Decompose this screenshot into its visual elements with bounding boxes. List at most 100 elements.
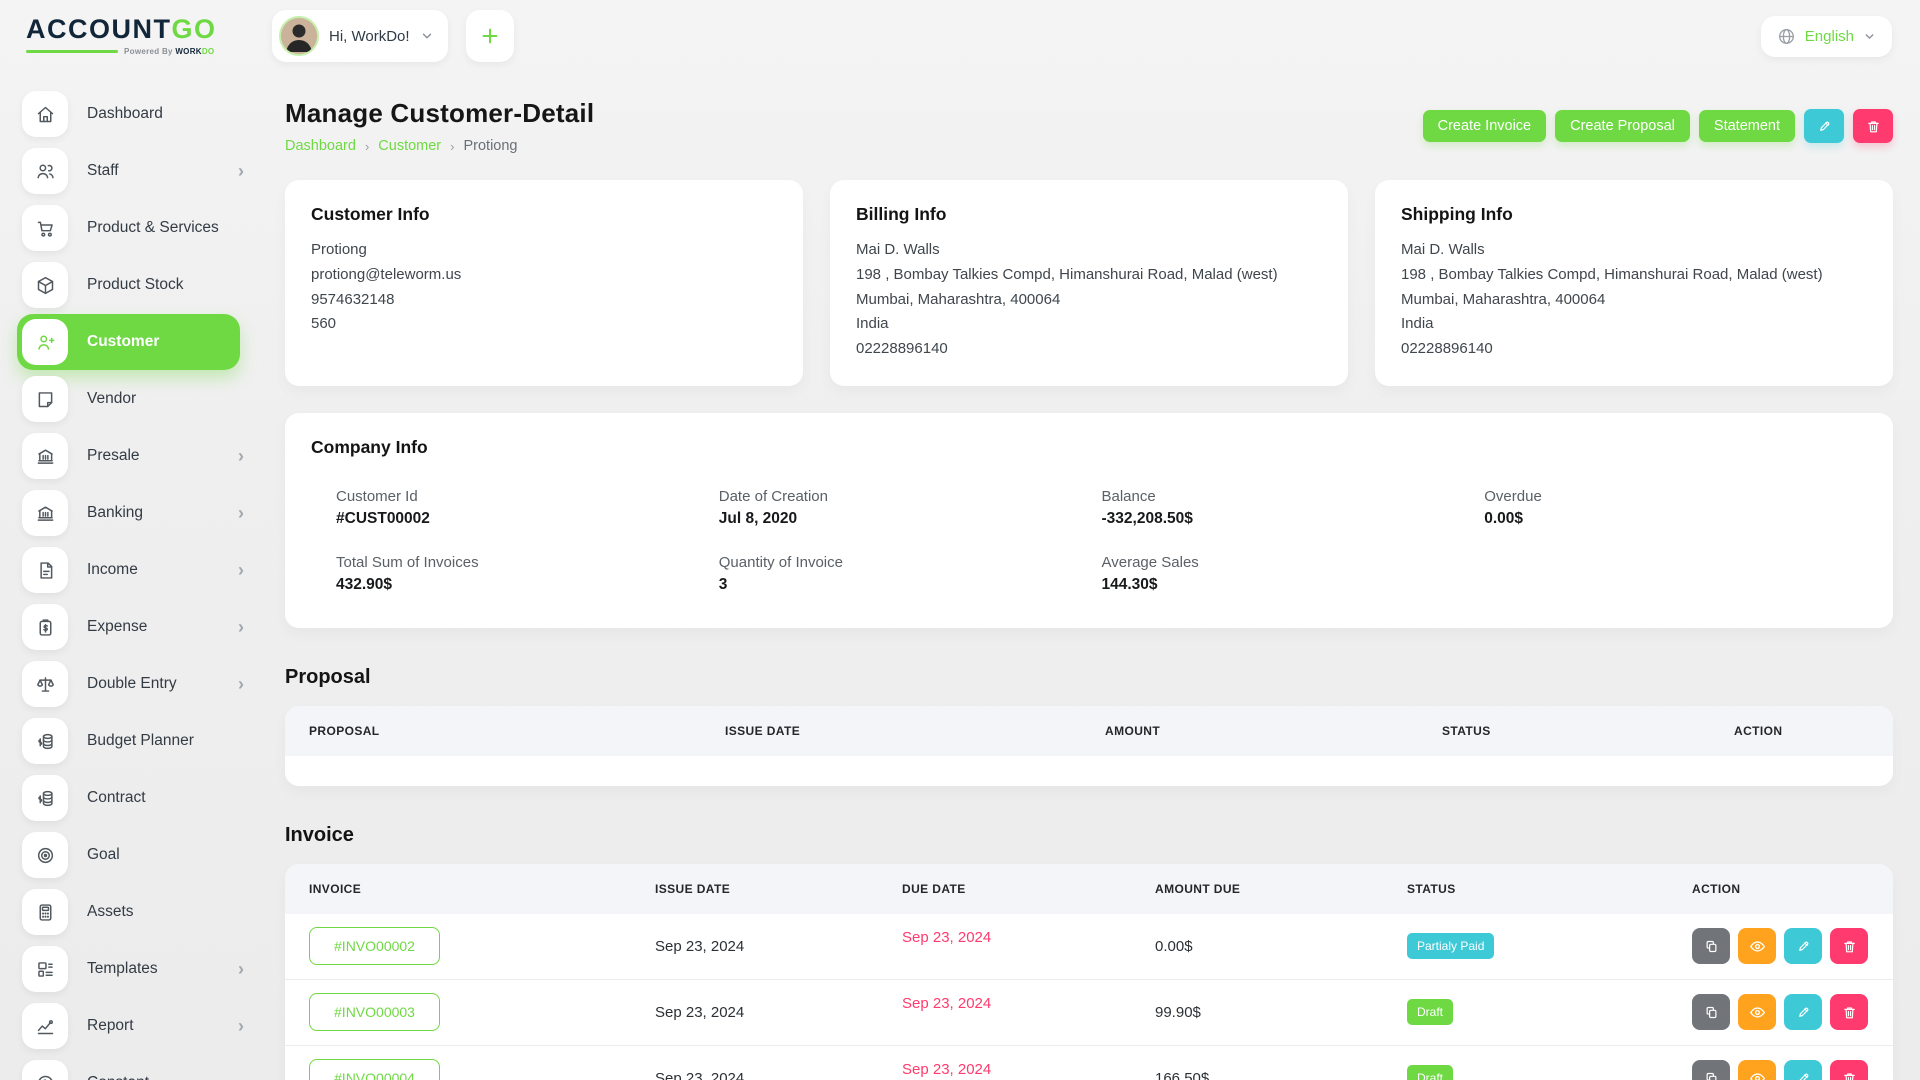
info-line: 02228896140	[856, 337, 1322, 362]
sidebar-item-vendor[interactable]: Vendor	[17, 371, 258, 427]
sidebar-item-label: Staff	[87, 162, 119, 180]
breadcrumb-dashboard[interactable]: Dashboard	[285, 138, 356, 154]
users-icon	[22, 148, 68, 194]
company-info-card: Company Info Customer Id#CUST00002Date o…	[285, 413, 1893, 628]
app-logo[interactable]: ACCOUNTGO Powered By WORKDO	[26, 16, 258, 56]
field-value: 144.30$	[1102, 576, 1485, 594]
edit-icon	[1796, 1071, 1811, 1080]
chevron-right-icon: ›	[238, 447, 244, 465]
chevron-right-icon: ›	[238, 960, 244, 978]
breadcrumb: Dashboard›Customer›Protiong	[285, 138, 594, 154]
info-line: Mumbai, Maharashtra, 400064	[1401, 288, 1867, 313]
view-button[interactable]	[1738, 994, 1776, 1030]
sidebar-item-report[interactable]: Report›	[17, 998, 258, 1054]
info-line: India	[1401, 312, 1867, 337]
breadcrumb-customer[interactable]: Customer	[378, 138, 441, 154]
main-content: Manage Customer-Detail Dashboard›Custome…	[258, 72, 1920, 1080]
trash-icon	[1842, 1071, 1857, 1080]
billing-info-card: Billing Info Mai D. Walls198 , Bombay Ta…	[830, 180, 1348, 386]
view-button[interactable]	[1738, 928, 1776, 964]
sidebar-item-goal[interactable]: Goal	[17, 827, 258, 883]
breadcrumb-separator: ›	[450, 139, 454, 154]
sidebar-item-assets[interactable]: Assets	[17, 884, 258, 940]
logo-text-primary: ACCOUNT	[26, 14, 172, 44]
row-actions	[1692, 928, 1870, 964]
column-header-due-date: Due Date	[902, 882, 1155, 896]
sidebar-item-expense[interactable]: Expense›	[17, 599, 258, 655]
company-field-overdue: Overdue0.00$	[1484, 488, 1867, 528]
target-icon	[22, 832, 68, 878]
status-badge: Draft	[1407, 1065, 1453, 1080]
edit-button[interactable]	[1784, 1060, 1822, 1080]
column-header-status: Status	[1407, 882, 1692, 896]
due-date: Sep 23, 2024	[902, 929, 1155, 946]
sidebar-item-budget-planner[interactable]: Budget Planner	[17, 713, 258, 769]
language-selector[interactable]: English	[1761, 16, 1892, 57]
invoice-number-link[interactable]: #INVO00004	[309, 1059, 440, 1080]
sidebar-item-income[interactable]: Income›	[17, 542, 258, 598]
column-header-proposal: Proposal	[309, 724, 725, 738]
sidebar-item-customer[interactable]: Customer	[17, 314, 240, 370]
view-button[interactable]	[1738, 1060, 1776, 1080]
copy-icon	[1704, 1005, 1719, 1020]
duplicate-button[interactable]	[1692, 928, 1730, 964]
sidebar-item-label: Product Stock	[87, 276, 184, 294]
proposal-table-empty-body	[285, 756, 1893, 786]
delete-button[interactable]	[1830, 1060, 1868, 1080]
trash-icon	[1866, 119, 1881, 134]
sidebar-item-presale[interactable]: Presale›	[17, 428, 258, 484]
statement-button[interactable]: Statement	[1699, 110, 1795, 142]
sidebar-item-templates[interactable]: Templates›	[17, 941, 258, 997]
chart-icon	[22, 1003, 68, 1049]
duplicate-button[interactable]	[1692, 1060, 1730, 1080]
sidebar-item-product-services[interactable]: Product & Services	[17, 200, 258, 256]
create-proposal-button[interactable]: Create Proposal	[1555, 110, 1690, 142]
row-actions	[1692, 1060, 1870, 1080]
chevron-down-icon	[1863, 30, 1876, 43]
create-invoice-button[interactable]: Create Invoice	[1423, 110, 1547, 142]
sidebar-item-banking[interactable]: Banking›	[17, 485, 258, 541]
chevron-right-icon: ›	[238, 675, 244, 693]
invoice-number-link[interactable]: #INVO00002	[309, 927, 440, 965]
issue-date: Sep 23, 2024	[655, 938, 902, 955]
invoice-row: #INVO00003Sep 23, 2024Sep 23, 202499.90$…	[285, 980, 1893, 1046]
info-line: 198 , Bombay Talkies Compd, Himanshurai …	[1401, 263, 1867, 288]
info-line: protiong@teleworm.us	[311, 263, 777, 288]
sidebar-item-label: Report	[87, 1017, 134, 1035]
add-button[interactable]	[466, 10, 514, 62]
status-badge: Draft	[1407, 999, 1453, 1025]
column-header-action: Action	[1692, 882, 1870, 896]
delete-customer-button[interactable]	[1853, 109, 1893, 143]
edit-icon	[1817, 119, 1832, 134]
column-header-action: Action	[1734, 724, 1869, 738]
user-menu[interactable]: Hi, WorkDo!	[272, 10, 448, 62]
layout-icon	[22, 946, 68, 992]
sidebar-item-dashboard[interactable]: Dashboard	[17, 86, 258, 142]
column-header-amount-due: Amount Due	[1155, 882, 1407, 896]
invoice-section-title: Invoice	[285, 824, 1893, 847]
invoice-table-header: InvoiceIssue DateDue DateAmount DueStatu…	[285, 864, 1893, 914]
info-line: 560	[311, 312, 777, 337]
delete-button[interactable]	[1830, 994, 1868, 1030]
coins-dollar-icon	[22, 718, 68, 764]
calculator-icon	[22, 889, 68, 935]
sidebar-item-label: Goal	[87, 846, 120, 864]
sidebar-item-constant[interactable]: Constant›	[17, 1055, 258, 1080]
box-icon	[22, 262, 68, 308]
duplicate-button[interactable]	[1692, 994, 1730, 1030]
invoice-number-link[interactable]: #INVO00003	[309, 993, 440, 1031]
sidebar-item-double-entry[interactable]: Double Entry›	[17, 656, 258, 712]
field-value: 3	[719, 576, 1102, 594]
column-header-issue-date: Issue Date	[725, 724, 1105, 738]
chevron-right-icon: ›	[238, 1074, 244, 1080]
edit-button[interactable]	[1784, 928, 1822, 964]
edit-button[interactable]	[1784, 994, 1822, 1030]
edit-customer-button[interactable]	[1804, 109, 1844, 143]
sidebar-item-product-stock[interactable]: Product Stock	[17, 257, 258, 313]
delete-button[interactable]	[1830, 928, 1868, 964]
sidebar-item-staff[interactable]: Staff›	[17, 143, 258, 199]
sidebar-item-contract[interactable]: Contract	[17, 770, 258, 826]
field-label: Customer Id	[336, 488, 719, 505]
cart-icon	[22, 205, 68, 251]
field-value: 432.90$	[336, 576, 719, 594]
